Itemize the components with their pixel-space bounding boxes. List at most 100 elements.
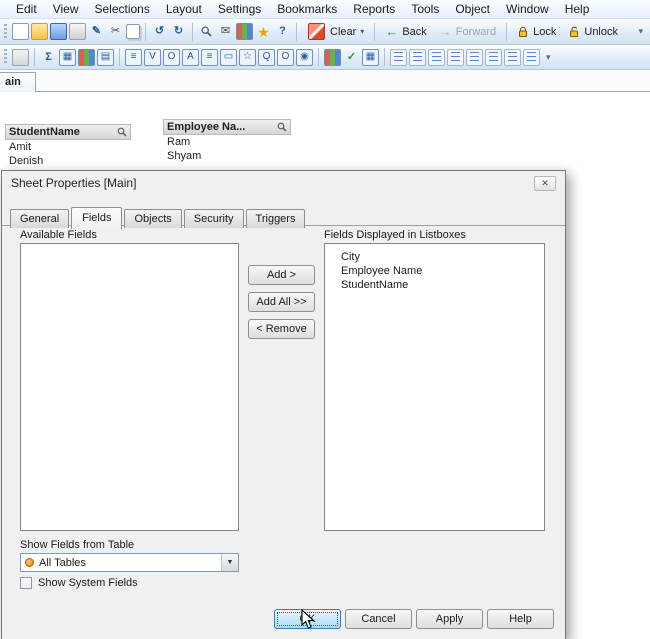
multibox-icon[interactable]: O — [163, 48, 180, 66]
menu-item-bookmarks[interactable]: Bookmarks — [269, 0, 345, 19]
edit-script-icon[interactable]: ✎ — [88, 23, 105, 40]
space-vertical-icon[interactable] — [523, 48, 540, 66]
sheet-tab-main[interactable]: ain — [0, 72, 36, 92]
table-box-icon[interactable]: ▦ — [59, 48, 76, 66]
favorites-icon[interactable]: ★ — [255, 23, 272, 40]
pivot-table-icon[interactable]: ▤ — [97, 48, 114, 66]
list-item[interactable]: City — [325, 244, 544, 264]
new-document-icon[interactable] — [12, 23, 29, 40]
add-button[interactable]: Add > — [248, 265, 315, 285]
sum-icon[interactable]: Σ — [40, 49, 57, 66]
menu-item-reports[interactable]: Reports — [345, 0, 403, 19]
ok-button[interactable]: OK — [274, 609, 341, 629]
dialog-titlebar[interactable]: Sheet Properties [Main] — [2, 171, 565, 195]
show-system-fields-checkbox[interactable] — [20, 577, 32, 589]
align-left-icon[interactable] — [390, 48, 407, 66]
menu-item-help[interactable]: Help — [557, 0, 598, 19]
grid-chart-icon[interactable]: ▦ — [362, 48, 379, 66]
sheet-properties-icon[interactable] — [12, 48, 29, 66]
center-horizontal-icon[interactable] — [466, 48, 483, 66]
toolbar-separator — [34, 48, 35, 66]
chart-wizard-icon[interactable] — [236, 23, 253, 40]
menu-item-edit[interactable]: Edit — [8, 0, 45, 19]
apply-theme-icon[interactable]: ✓ — [343, 49, 360, 66]
dialog-close-button[interactable]: ✕ — [534, 176, 556, 191]
list-item[interactable]: Ram — [163, 135, 291, 149]
menu-item-settings[interactable]: Settings — [210, 0, 269, 19]
clear-selections-button[interactable]: Clear ▾ — [301, 22, 370, 41]
chevron-down-icon[interactable]: ▼ — [221, 554, 238, 571]
tab-fields[interactable]: Fields — [71, 207, 123, 229]
lock-label: Lock — [533, 25, 557, 38]
button-object-icon[interactable]: ◉ — [296, 48, 313, 66]
list-item[interactable]: Employee Name — [325, 264, 544, 278]
search-object-icon[interactable]: Q — [258, 48, 275, 66]
listbox-object-icon[interactable]: ≡ — [125, 48, 142, 66]
apply-button[interactable]: Apply — [416, 609, 483, 629]
print-icon[interactable] — [69, 23, 86, 40]
fields-displayed-label: Fields Displayed in Listboxes — [324, 229, 466, 241]
help-icon[interactable]: ? — [274, 23, 291, 40]
back-button[interactable]: ← Back — [379, 23, 432, 40]
container-object-icon[interactable]: O — [277, 48, 294, 66]
statistics-box-icon[interactable]: V — [144, 48, 161, 66]
unlock-button[interactable]: Unlock — [562, 25, 624, 39]
listbox-caption[interactable]: StudentName — [5, 124, 131, 140]
available-fields-list[interactable] — [20, 243, 239, 531]
unlock-icon — [568, 26, 580, 38]
listbox-studentname: StudentName Amit Denish — [5, 124, 131, 168]
toolbar-grip[interactable] — [4, 49, 7, 65]
current-selections-box-icon[interactable]: ≡ — [201, 48, 218, 66]
menu-item-layout[interactable]: Layout — [158, 0, 210, 19]
chart-wizard-icon[interactable] — [78, 48, 95, 66]
align-right-icon[interactable] — [409, 48, 426, 66]
help-button[interactable]: Help — [487, 609, 554, 629]
list-item[interactable]: Denish — [5, 154, 131, 168]
tab-security[interactable]: Security — [183, 209, 244, 228]
tab-general[interactable]: General — [10, 209, 70, 228]
clear-icon — [308, 23, 325, 40]
toolbar-overflow-chevron-icon[interactable]: ▾ — [633, 26, 648, 37]
listbox-caption[interactable]: Employee Na... — [163, 119, 291, 135]
list-item[interactable]: Shyam — [163, 149, 291, 163]
search-icon[interactable] — [277, 122, 287, 132]
table-select-dropdown[interactable]: All Tables ▼ — [20, 553, 239, 572]
text-object-icon[interactable]: A — [182, 48, 199, 66]
tab-triggers[interactable]: Triggers — [245, 209, 306, 228]
slider-object-icon[interactable]: ▭ — [220, 48, 237, 66]
menu-item-tools[interactable]: Tools — [403, 0, 447, 19]
tab-objects[interactable]: Objects — [124, 209, 182, 228]
forward-button[interactable]: → Forward — [433, 23, 502, 40]
copy-icon[interactable] — [126, 24, 140, 39]
add-all-button[interactable]: Add All >> — [248, 292, 315, 312]
menu-item-view[interactable]: View — [45, 0, 87, 19]
list-item[interactable]: StudentName — [325, 278, 544, 292]
bookmark-object-icon[interactable]: ☆ — [239, 48, 256, 66]
toolbar-grip[interactable] — [4, 23, 7, 40]
align-top-icon[interactable] — [428, 48, 445, 66]
align-bottom-icon[interactable] — [447, 48, 464, 66]
available-fields-label: Available Fields — [20, 229, 97, 241]
menu-item-selections[interactable]: Selections — [86, 0, 157, 19]
back-label: Back — [402, 25, 427, 38]
search-icon[interactable] — [117, 127, 127, 137]
list-item[interactable]: Amit — [5, 140, 131, 154]
open-file-icon[interactable] — [31, 23, 48, 40]
undo-icon[interactable]: ↺ — [151, 23, 168, 40]
cancel-button[interactable]: Cancel — [345, 609, 412, 629]
remove-button[interactable]: < Remove — [248, 319, 315, 339]
chart-colored-icon[interactable] — [324, 48, 341, 66]
lock-button[interactable]: Lock — [511, 25, 562, 39]
space-horizontal-icon[interactable] — [504, 48, 521, 66]
cut-icon[interactable]: ✂ — [107, 23, 124, 40]
displayed-fields-list[interactable]: City Employee Name StudentName — [324, 243, 545, 531]
send-mail-icon[interactable]: ✉ — [217, 23, 234, 40]
menu-item-window[interactable]: Window — [498, 0, 557, 19]
menu-item-object[interactable]: Object — [447, 0, 498, 19]
save-icon[interactable] — [50, 23, 67, 40]
redo-icon[interactable]: ↻ — [170, 23, 187, 40]
search-icon[interactable] — [198, 23, 215, 40]
toolbar-overflow-chevron-icon[interactable]: ▾ — [541, 52, 556, 63]
toolbar-separator — [374, 22, 376, 41]
center-vertical-icon[interactable] — [485, 48, 502, 66]
